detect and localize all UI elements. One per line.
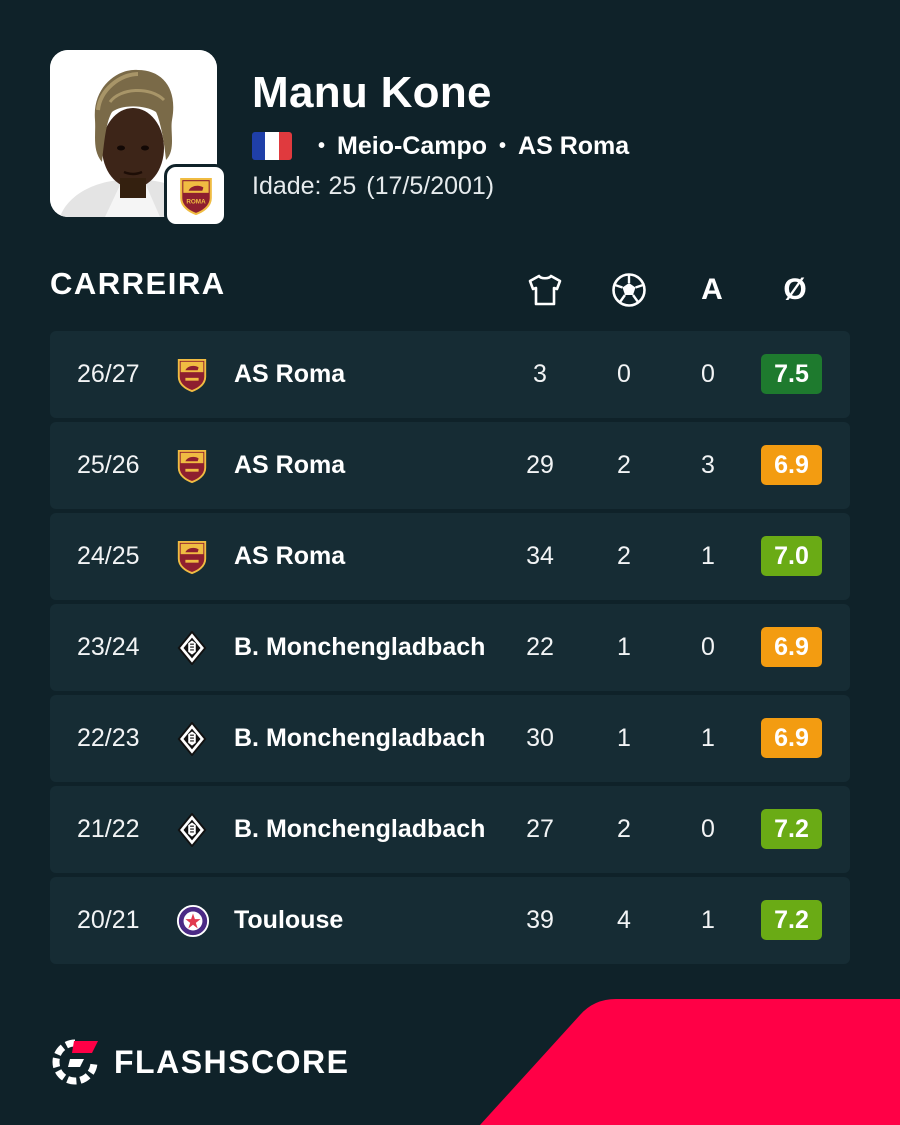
career-row: 26/27 AS Roma 3 0 0 7.5 bbox=[50, 331, 850, 418]
rating-badge: 7.5 bbox=[761, 354, 822, 394]
season-label: 21/22 bbox=[77, 815, 140, 843]
player-position: Meio-Campo bbox=[337, 131, 488, 160]
player-club-badge: ROMA bbox=[164, 164, 227, 227]
column-header-rating: Ø bbox=[765, 270, 825, 310]
flashscore-logo: FLASHSCORE bbox=[50, 1037, 349, 1087]
gladbach-logo-icon bbox=[176, 721, 208, 757]
club-name: B. Monchengladbach bbox=[234, 815, 486, 843]
season-label: 20/21 bbox=[77, 906, 140, 934]
rating-badge: 6.9 bbox=[761, 718, 822, 758]
appearances-value: 34 bbox=[526, 542, 554, 570]
appearances-value: 29 bbox=[526, 451, 554, 479]
career-row: 23/24 B. Monchengladbach 22 1 0 6.9 bbox=[50, 604, 850, 691]
assists-value: 3 bbox=[701, 451, 715, 479]
brand-name: FLASHSCORE bbox=[114, 1043, 350, 1080]
roma-logo-icon bbox=[176, 449, 208, 484]
goals-value: 1 bbox=[617, 633, 631, 661]
goals-value: 2 bbox=[617, 542, 631, 570]
assists-value: 1 bbox=[701, 724, 715, 752]
column-header-appearances bbox=[515, 270, 575, 310]
season-label: 25/26 bbox=[77, 451, 140, 479]
column-header-goals bbox=[599, 270, 659, 310]
season-label: 22/23 bbox=[77, 724, 140, 752]
separator-dot: • bbox=[499, 134, 507, 157]
appearances-value: 3 bbox=[533, 360, 547, 388]
season-label: 26/27 bbox=[77, 360, 140, 388]
average-rating-icon: Ø bbox=[783, 273, 807, 306]
gladbach-logo-icon bbox=[176, 630, 208, 666]
age-label: Idade: 25 bbox=[252, 172, 357, 200]
svg-text:ROMA: ROMA bbox=[186, 198, 206, 205]
assists-value: 1 bbox=[701, 542, 715, 570]
assists-icon: A bbox=[701, 273, 723, 306]
career-row: 20/21 Toulouse 39 4 1 7.2 bbox=[50, 877, 850, 964]
ball-icon bbox=[612, 273, 646, 307]
shirt-icon bbox=[528, 274, 562, 306]
club-name: AS Roma bbox=[234, 360, 346, 388]
toulouse-logo-icon bbox=[176, 904, 210, 938]
assists-value: 0 bbox=[701, 815, 715, 843]
roma-logo-icon: ROMA bbox=[179, 177, 212, 215]
appearances-value: 22 bbox=[526, 633, 554, 661]
career-row: 21/22 B. Monchengladbach 27 2 0 7.2 bbox=[50, 786, 850, 873]
rating-badge: 6.9 bbox=[761, 627, 822, 667]
goals-value: 2 bbox=[617, 451, 631, 479]
career-row: 22/23 B. Monchengladbach 30 1 1 6.9 bbox=[50, 695, 850, 782]
flashscore-logo-icon bbox=[52, 1039, 98, 1085]
club-name: AS Roma bbox=[234, 451, 346, 479]
rating-badge: 7.0 bbox=[761, 536, 822, 576]
career-row: 25/26 AS Roma 29 2 3 6.9 bbox=[50, 422, 850, 509]
career-table: 26/27 AS Roma 3 0 0 7.5 25/26 AS Roma 29 2 3 6.9 24/… bbox=[50, 331, 850, 968]
column-header-assists: A bbox=[682, 270, 742, 310]
player-club: AS Roma bbox=[518, 131, 630, 160]
season-label: 23/24 bbox=[77, 633, 140, 661]
goals-value: 1 bbox=[617, 724, 631, 752]
club-name: AS Roma bbox=[234, 542, 346, 570]
goals-value: 2 bbox=[617, 815, 631, 843]
rating-badge: 7.2 bbox=[761, 900, 822, 940]
france-flag-icon bbox=[252, 132, 292, 160]
appearances-value: 39 bbox=[526, 906, 554, 934]
roma-logo-icon bbox=[176, 358, 208, 393]
club-name: Toulouse bbox=[234, 906, 344, 934]
appearances-value: 27 bbox=[526, 815, 554, 843]
assists-value: 0 bbox=[701, 360, 715, 388]
separator-dot: • bbox=[318, 134, 326, 157]
club-name: B. Monchengladbach bbox=[234, 633, 486, 661]
brand-accent-shape bbox=[480, 999, 900, 1125]
roma-logo-icon bbox=[176, 540, 208, 575]
player-name: Manu Kone bbox=[252, 68, 492, 117]
goals-value: 0 bbox=[617, 360, 631, 388]
section-title: CARREIRA bbox=[50, 266, 226, 301]
appearances-value: 30 bbox=[526, 724, 554, 752]
player-age: Idade: 25 (17/5/2001) bbox=[252, 172, 494, 201]
assists-value: 0 bbox=[701, 633, 715, 661]
rating-badge: 7.2 bbox=[761, 809, 822, 849]
career-row: 24/25 AS Roma 34 2 1 7.0 bbox=[50, 513, 850, 600]
rating-badge: 6.9 bbox=[761, 445, 822, 485]
assists-value: 1 bbox=[701, 906, 715, 934]
goals-value: 4 bbox=[617, 906, 631, 934]
season-label: 24/25 bbox=[77, 542, 140, 570]
club-name: B. Monchengladbach bbox=[234, 724, 486, 752]
birth-date: (17/5/2001) bbox=[366, 172, 495, 200]
player-meta: • Meio-Campo • AS Roma bbox=[252, 130, 629, 162]
gladbach-logo-icon bbox=[176, 812, 208, 848]
